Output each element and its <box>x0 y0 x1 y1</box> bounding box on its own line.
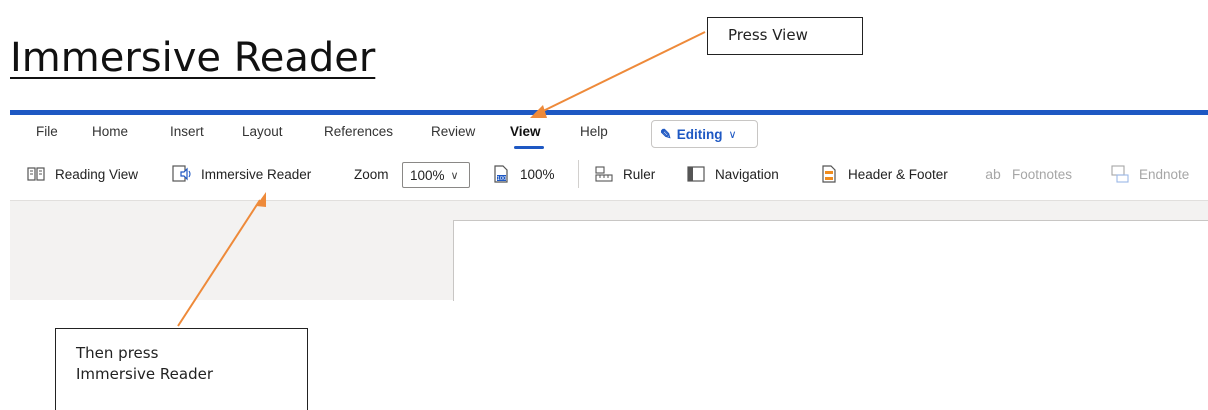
document-page[interactable] <box>453 220 1208 301</box>
callout-text: Press View <box>728 26 808 44</box>
tab-review[interactable]: Review <box>431 124 475 139</box>
editing-label: Editing <box>676 126 723 142</box>
svg-text:100: 100 <box>497 176 507 182</box>
zoom-100-label: 100% <box>520 166 555 182</box>
footnotes-button[interactable]: ab Footnotes <box>983 160 1072 188</box>
footnotes-label: Footnotes <box>1012 166 1073 182</box>
page-100-icon: 100 <box>491 164 511 184</box>
immersive-reader-label: Immersive Reader <box>201 166 312 182</box>
zoom-value: 100% <box>410 167 445 183</box>
active-tab-indicator <box>514 146 544 149</box>
tab-file[interactable]: File <box>36 124 58 139</box>
navigation-pane-icon <box>686 164 706 184</box>
editing-mode-button[interactable]: ✎ Editing ∨ <box>651 120 758 148</box>
ruler-toggle[interactable]: Ruler <box>594 160 655 188</box>
callout-press-view: Press View <box>707 17 863 55</box>
zoom-label: Zoom <box>354 166 389 182</box>
zoom-100-button[interactable]: 100 100% <box>491 160 555 188</box>
navigation-label: Navigation <box>715 166 779 182</box>
tab-home[interactable]: Home <box>92 124 128 139</box>
footnote-icon: ab <box>985 166 1001 182</box>
callout-text-line1: Then press <box>76 344 159 362</box>
immersive-reader-icon <box>172 164 192 184</box>
endnote-icon <box>1110 164 1130 184</box>
immersive-reader-button[interactable]: Immersive Reader <box>172 160 311 188</box>
reading-view-label: Reading View <box>55 166 139 182</box>
endnotes-label: Endnote <box>1139 166 1190 182</box>
header-footer-icon <box>819 164 839 184</box>
page-title: Immersive Reader <box>10 35 376 81</box>
ribbon-border <box>10 200 1208 201</box>
tab-layout[interactable]: Layout <box>242 124 283 139</box>
reading-view-button[interactable]: Reading View <box>26 160 138 188</box>
callout-text-line2: Immersive Reader <box>76 365 213 383</box>
zoom-select[interactable]: 100% ∨ <box>402 162 470 188</box>
ruler-icon <box>594 164 614 184</box>
header-footer-label: Header & Footer <box>848 166 948 182</box>
ruler-label: Ruler <box>623 166 656 182</box>
chevron-down-icon: ∨ <box>450 169 459 182</box>
navigation-toggle[interactable]: Navigation <box>686 160 779 188</box>
ribbon-divider <box>578 160 579 188</box>
chevron-down-icon: ∨ <box>728 128 737 141</box>
endnotes-button[interactable]: Endnote <box>1110 160 1189 188</box>
book-icon <box>26 164 46 184</box>
callout-press-immersive-reader: Then press Immersive Reader <box>55 328 308 410</box>
tab-references[interactable]: References <box>324 124 393 139</box>
tab-view[interactable]: View <box>510 124 541 139</box>
tab-insert[interactable]: Insert <box>170 124 204 139</box>
header-footer-button[interactable]: Header & Footer <box>819 160 948 188</box>
arrow-to-view-tab <box>538 31 706 114</box>
pencil-icon: ✎ <box>660 125 672 142</box>
tab-help[interactable]: Help <box>580 124 608 139</box>
